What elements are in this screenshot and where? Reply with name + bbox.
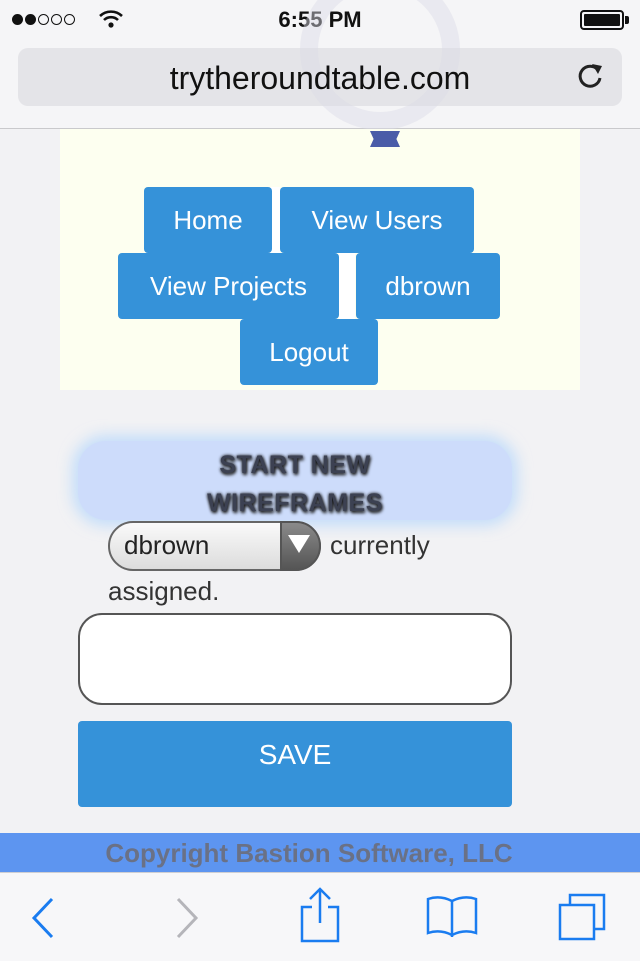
nav-view-users-button[interactable]: View Users: [280, 187, 474, 253]
nav-user-button[interactable]: dbrown: [356, 253, 500, 319]
share-icon[interactable]: [298, 885, 342, 943]
url-text[interactable]: trytheroundtable.com: [18, 60, 622, 97]
battery-icon: [580, 10, 624, 30]
assigned-text-cont: assigned.: [108, 576, 220, 606]
nav-view-projects-button[interactable]: View Projects: [118, 253, 339, 319]
copyright-text: Copyright Bastion Software, LLC: [105, 838, 513, 868]
browser-toolbar: [0, 872, 640, 961]
chevron-down-icon: [288, 535, 310, 553]
assignee-select-value: dbrown: [124, 530, 210, 560]
wireframe-name-input[interactable]: [78, 613, 512, 705]
start-label-line2: WIREFRAMES: [207, 489, 383, 517]
back-icon[interactable]: [28, 895, 60, 941]
assigned-text: currently: [330, 530, 430, 560]
tabs-icon[interactable]: [556, 891, 610, 941]
battery-nub: [625, 16, 629, 24]
logo-fragment: [370, 131, 400, 147]
nav-divider: [339, 253, 355, 319]
start-new-wireframes-label: START NEW WIREFRAMES: [78, 446, 512, 522]
forward-icon[interactable]: [170, 895, 202, 941]
save-button[interactable]: SAVE: [78, 721, 512, 807]
start-label-line1: START NEW: [219, 451, 371, 479]
nav-logout-button[interactable]: Logout: [240, 319, 378, 385]
bookmarks-icon[interactable]: [424, 893, 480, 941]
reload-icon[interactable]: [574, 60, 606, 92]
nav-home-button[interactable]: Home: [144, 187, 272, 253]
